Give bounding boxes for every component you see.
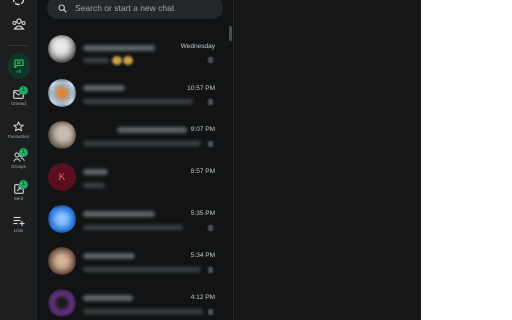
chat-time: Wednesday: [180, 43, 215, 50]
pin-icon: [208, 141, 213, 147]
chat-avatar: [48, 79, 76, 107]
rail-label-groups: Groups: [11, 164, 26, 169]
app-window: All 1 Unread Favourites 1 Groups 1 Sent …: [0, 0, 421, 320]
chat-avatar: [48, 205, 76, 233]
chat-time: 8:57 PM: [190, 168, 215, 175]
pin-icon: [208, 267, 213, 273]
chat-time: 10:57 PM: [187, 85, 215, 92]
chat-time: 5:35 PM: [190, 210, 215, 217]
rail-label-lists: Lists: [13, 228, 24, 233]
nav-rail: All 1 Unread Favourites 1 Groups 1 Sent …: [0, 0, 37, 320]
chat-name-redacted: [117, 127, 187, 133]
chat-name-redacted: [83, 45, 155, 51]
pin-icon: [208, 99, 213, 105]
chat-row[interactable]: K 8:57 PM: [37, 158, 227, 199]
filter-favourites-button[interactable]: Favourites: [0, 121, 37, 139]
communities-icon: [11, 18, 26, 30]
search-icon: [58, 3, 67, 13]
emoji-image: [112, 56, 122, 65]
chat-avatar: K: [48, 163, 76, 191]
rail-label-sent: Sent: [13, 196, 24, 201]
lists-add-icon: [13, 216, 24, 226]
filter-all-button[interactable]: All: [0, 53, 37, 79]
sent-badge: 1: [19, 180, 28, 189]
rail-label-favourites: Favourites: [7, 134, 29, 139]
chat-preview-redacted: [83, 309, 203, 314]
rail-label-unread: Unread: [11, 101, 26, 106]
star-icon: [13, 121, 24, 132]
groups-badge: 1: [19, 148, 28, 157]
chat-row[interactable]: 4:12 PM: [37, 284, 227, 320]
filter-sent-button[interactable]: 1 Sent: [0, 180, 37, 201]
status-icon: [12, 0, 25, 6]
chat-name-redacted: [83, 211, 155, 217]
chat-preview-redacted: [83, 141, 201, 146]
chat-icon: [13, 58, 24, 68]
filter-lists-button[interactable]: Lists: [0, 216, 37, 233]
chat-avatar: [48, 289, 76, 317]
chat-row[interactable]: 5:34 PM: [37, 242, 227, 283]
chat-preview-redacted: [83, 183, 105, 188]
status-button[interactable]: [0, 0, 37, 6]
chat-name-redacted: [83, 85, 125, 91]
unread-badge: 1: [19, 86, 28, 95]
pin-icon: [208, 309, 213, 315]
chat-avatar: [48, 121, 76, 149]
chat-row[interactable]: 9:07 PM: [37, 116, 227, 157]
scrollbar-thumb[interactable]: [229, 26, 232, 41]
chat-name-redacted: [83, 169, 108, 175]
chat-name-redacted: [83, 295, 133, 301]
chat-time: 9:07 PM: [190, 126, 215, 133]
search-bar[interactable]: [47, 0, 223, 19]
chat-time: 5:34 PM: [190, 252, 215, 259]
chat-time: 4:12 PM: [190, 294, 215, 301]
filter-groups-button[interactable]: 1 Groups: [0, 148, 37, 169]
chat-preview-redacted: [83, 58, 109, 63]
chat-row[interactable]: 10:57 PM: [37, 74, 227, 115]
chat-avatar: [48, 35, 76, 63]
chat-preview-redacted: [83, 225, 183, 230]
chat-preview-redacted: [83, 267, 201, 272]
communities-button[interactable]: [0, 18, 37, 30]
pin-icon: [208, 225, 213, 231]
rail-divider: [8, 45, 29, 46]
active-pill: All: [7, 53, 30, 79]
rail-label-all: All: [15, 68, 21, 74]
search-input[interactable]: [75, 3, 215, 13]
chat-preview-redacted: [83, 99, 193, 104]
emoji-image: [123, 56, 133, 65]
chat-row[interactable]: 5:35 PM: [37, 200, 227, 241]
chat-avatar: [48, 247, 76, 275]
chat-row[interactable]: Wednesday: [37, 32, 227, 73]
conversation-pane-empty: [235, 0, 421, 320]
chat-list-panel: Wednesday 10:57 PM 9:07 PM K 8:57 PM: [37, 0, 234, 320]
chat-name-redacted: [83, 253, 135, 259]
filter-unread-button[interactable]: 1 Unread: [0, 86, 37, 106]
pin-icon: [208, 57, 213, 63]
